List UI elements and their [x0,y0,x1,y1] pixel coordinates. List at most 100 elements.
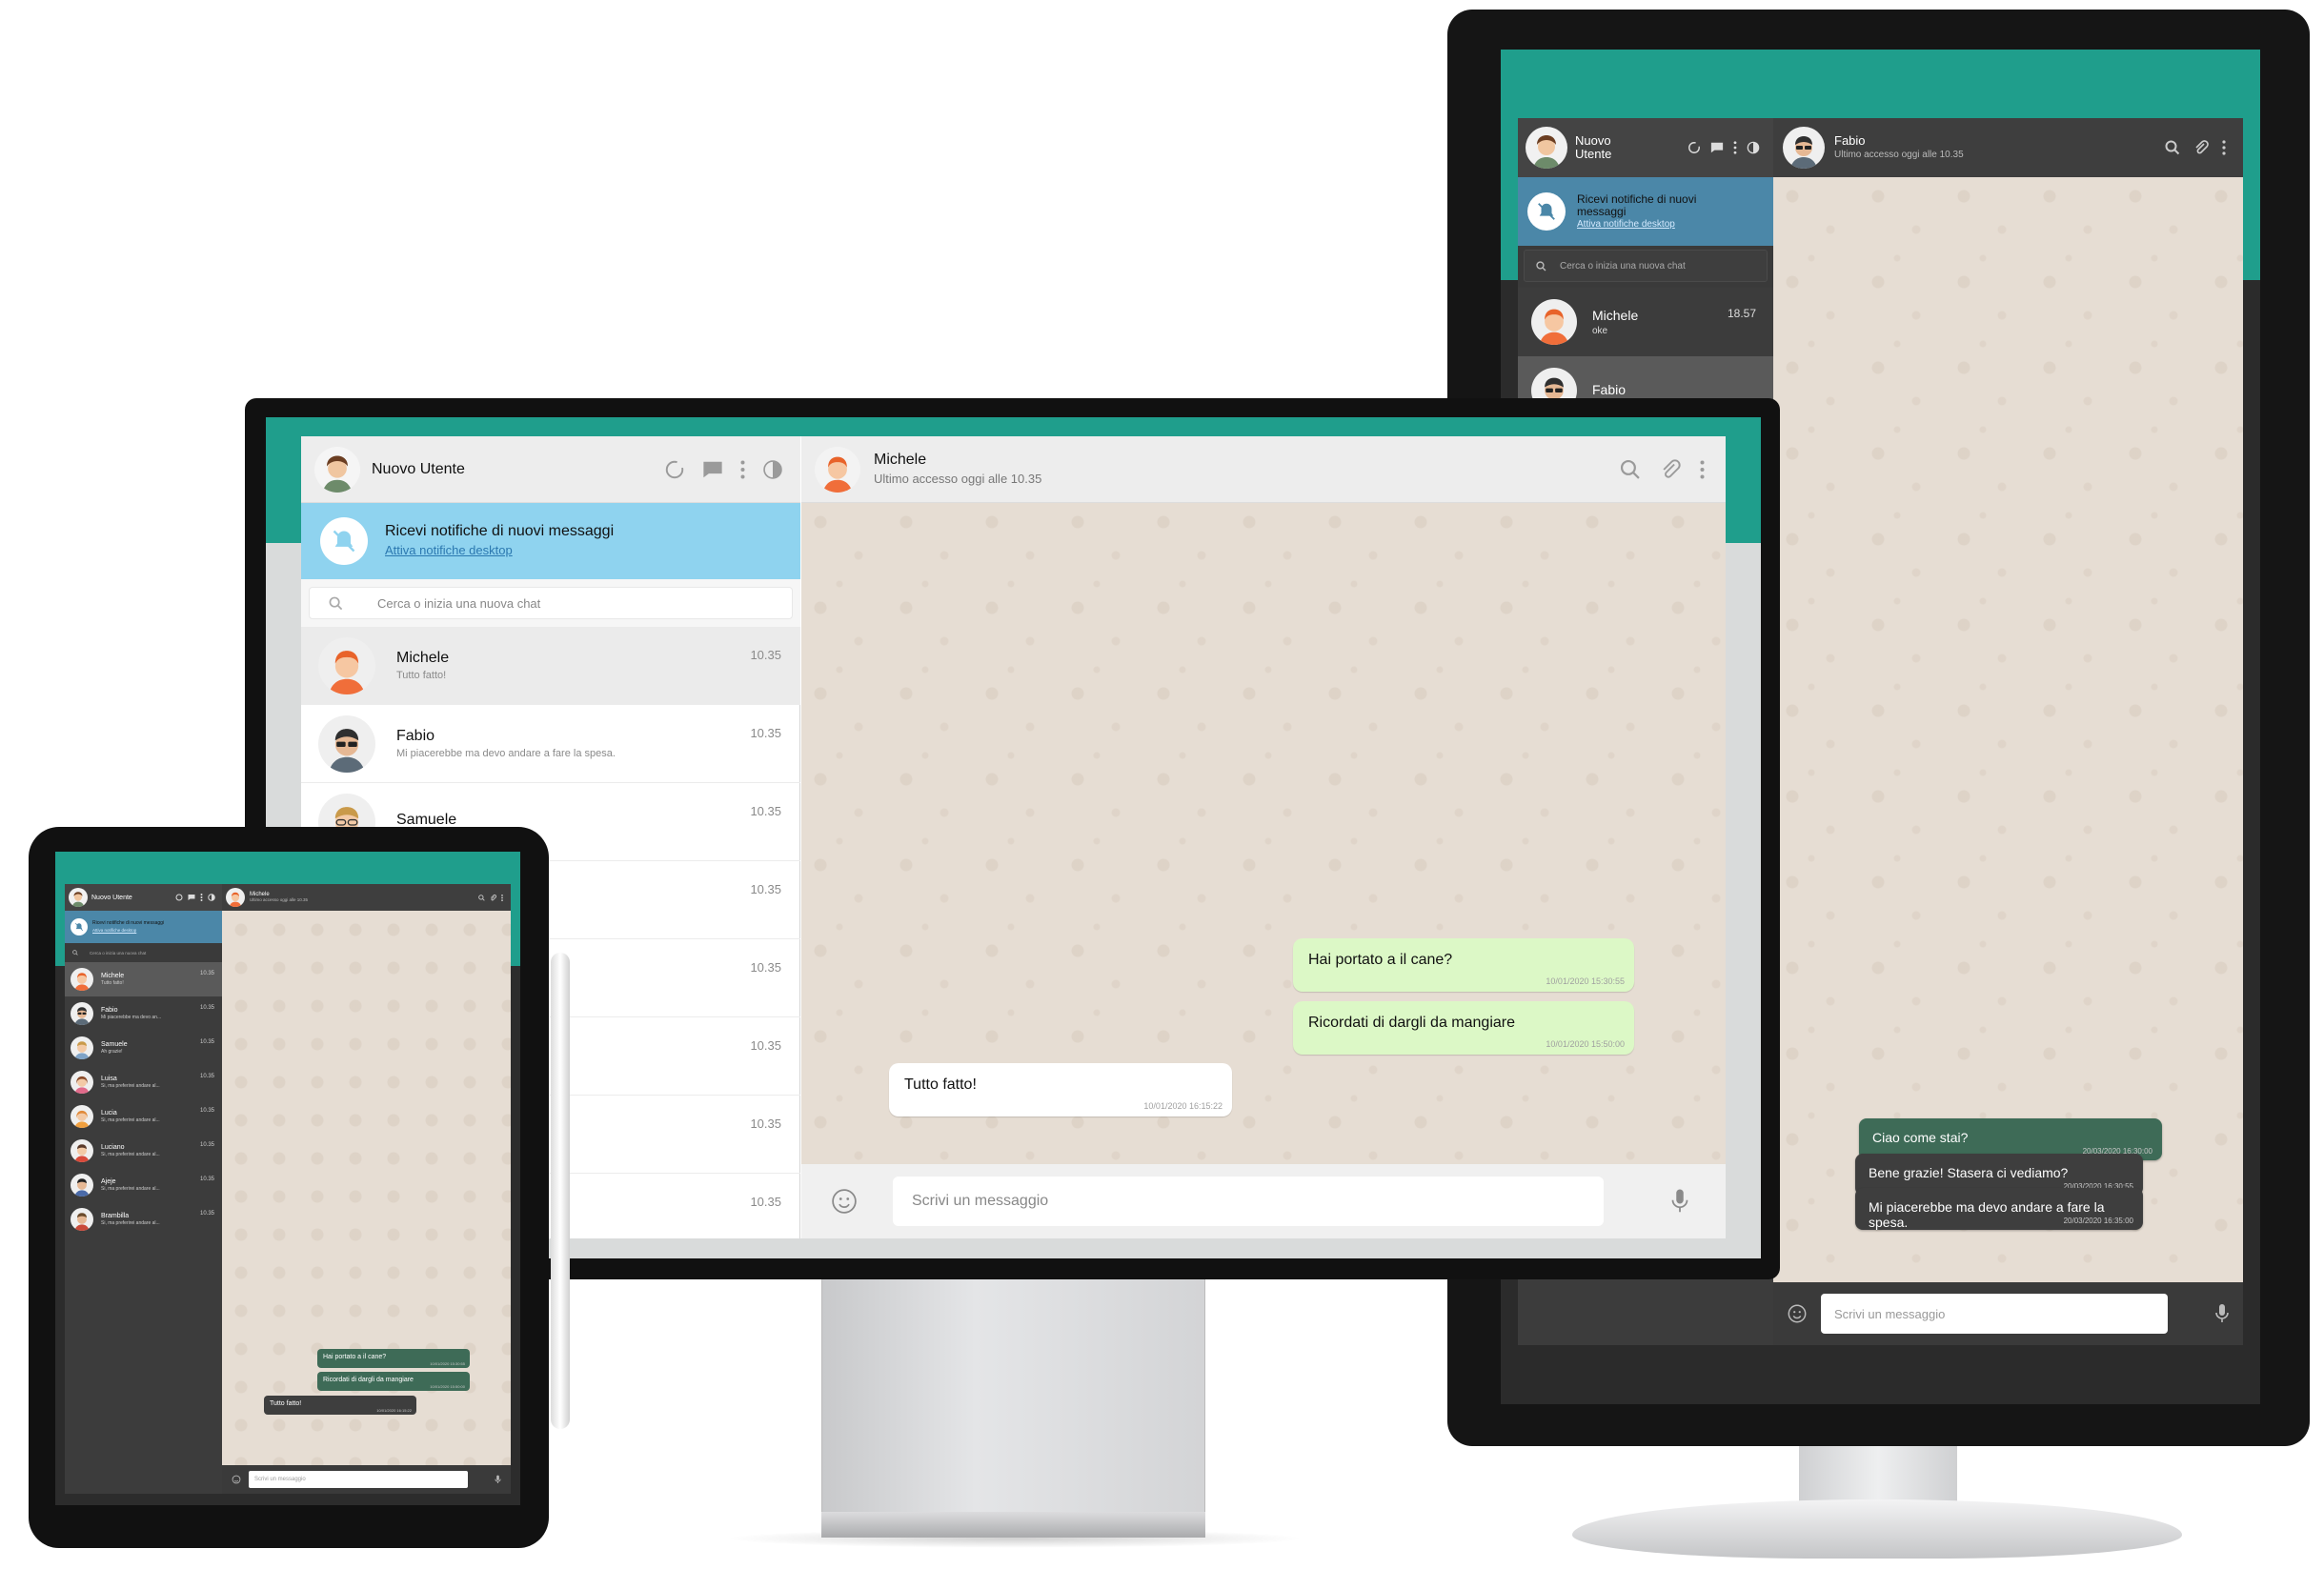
last-message-time: 10.35 [750,882,781,896]
microphone-icon[interactable] [495,1475,501,1484]
message-input[interactable]: Scrivi un messaggio [249,1471,468,1488]
main-monitor-stand [821,1278,1205,1512]
chat-list-item[interactable]: Luciano Si, ma preferirei andare al... 10… [65,1134,222,1168]
emoji-icon[interactable] [830,1187,859,1216]
menu-dots-icon[interactable] [501,894,503,901]
chat-list-item[interactable]: Brambilla Si, ma preferirei andare al... … [65,1202,222,1237]
contact-avatar [71,1105,93,1128]
message-bubble-received: Tutto fatto! 10/01/2020 16:15:22 [264,1396,416,1415]
notification-banner[interactable]: Ricevi notifiche di nuovi messaggi Attiv… [65,911,222,943]
status-ring-icon[interactable] [175,894,183,901]
menu-dots-icon[interactable] [1733,141,1737,154]
message-timestamp: 10/01/2020 15:30:55 [1546,976,1625,986]
chat-list-item[interactable]: Michele oke 18.57 [1518,288,1773,356]
message-bubble-received: Tutto fatto! 10/01/2020 16:15:22 [889,1063,1232,1116]
theme-toggle-icon[interactable] [208,894,215,901]
menu-dots-icon[interactable] [740,460,745,479]
user-name-line-1: Nuovo [1575,133,1611,148]
user-avatar[interactable] [1526,127,1567,169]
contact-avatar [71,1036,93,1059]
notification-banner[interactable]: Ricevi notifiche di nuovi messaggi Attiv… [301,503,800,579]
chat-list-item-active[interactable]: Michele Tutto fatto! 10.35 [301,627,800,705]
emoji-icon[interactable] [232,1475,241,1484]
search-input[interactable]: Cerca o inizia una nuova chat [90,951,146,955]
message-composer: Scrivi un messaggio [222,1465,511,1494]
contact-avatar [318,714,375,773]
contact-avatar [71,1208,93,1231]
status-ring-icon[interactable] [1687,141,1701,154]
chat-list-item[interactable]: Samuele Ah grazie! 10.35 [65,1031,222,1065]
message-input[interactable]: Scrivi un messaggio [893,1177,1604,1226]
chat-list-item[interactable]: Fabio Mi piacerebbe ma devo andare a far… [301,705,800,783]
last-seen-status: Ultimo accesso oggi alle 10.35 [1834,150,1964,160]
chat-contact-avatar[interactable] [1783,127,1825,169]
chat-bubble-icon[interactable] [1710,141,1724,154]
message-timestamp: 10/01/2020 15:30:55 [430,1361,465,1366]
enable-desktop-notifications-link[interactable]: Attiva notifiche desktop [385,541,614,560]
message-text: Mi piacerebbe ma devo andare a fare la s… [1869,1199,2105,1230]
user-avatar[interactable] [69,888,88,907]
paperclip-icon[interactable] [2193,140,2209,155]
menu-dots-icon[interactable] [1700,460,1705,479]
chat-contact-avatar[interactable] [226,888,245,907]
enable-desktop-notifications-link[interactable]: Attiva notifiche desktop [92,927,164,934]
message-text: Ricordati di dargli da mangiare [323,1377,414,1383]
last-message-time: 10.35 [750,648,781,662]
chat-contact-name: Fabio [1834,133,1866,148]
contact-avatar [71,1002,93,1025]
user-avatar[interactable] [314,446,360,493]
paperclip-icon[interactable] [490,894,496,901]
menu-dots-icon[interactable] [200,894,203,901]
search-icon [329,596,343,611]
bell-off-icon [1527,192,1566,231]
search-icon [1536,260,1546,272]
theme-toggle-icon[interactable] [762,459,783,480]
chat-list-item[interactable]: Lucia Si, ma preferirei andare al... 10.3… [65,1099,222,1134]
notify-title: Ricevi notifiche di nuovi messaggi [92,920,165,926]
emoji-icon[interactable] [1787,1303,1808,1324]
sidebar-header: Nuovo Utente [65,884,222,911]
search-input[interactable]: Cerca o inizia una nuova chat [309,587,793,619]
search-bar: Cerca o inizia una nuova chat [65,943,222,962]
message-timestamp: 10/01/2020 16:15:22 [376,1408,412,1413]
chat-list-item[interactable]: Fabio Mi piacerebbe ma devo an... 10.35 [65,996,222,1031]
search-icon [72,950,78,955]
message-bubble-received: Mi piacerebbe ma devo andare a fare la s… [1855,1188,2143,1230]
message-timestamp: 20/03/2020 16:35:00 [2063,1217,2133,1225]
search-icon[interactable] [478,894,485,901]
bell-off-icon [320,517,368,565]
contact-name: Ajeje [101,1178,116,1185]
menu-dots-icon[interactable] [2222,140,2226,155]
last-message-time: 10.35 [199,1074,214,1079]
last-message-time: 18.57 [1727,307,1756,320]
microphone-icon[interactable] [1670,1187,1689,1216]
chat-bubble-icon[interactable] [702,459,723,480]
sidebar-header: Nuovo Utente [1518,118,1773,177]
last-message-time: 10.35 [750,960,781,975]
chat-contact-avatar[interactable] [815,446,860,493]
enable-desktop-notifications-link[interactable]: Attiva notifiche desktop [1577,218,1696,231]
sidebar-header: Nuovo Utente [301,436,800,503]
chat-list-item[interactable]: Luisa Si, ma preferirei andare al... 10.3… [65,1065,222,1099]
paperclip-icon[interactable] [1660,458,1681,480]
conversation-panel: Michele Ultimo accesso oggi alle 10.35 H… [222,884,511,1494]
search-placeholder: Cerca o inizia una nuova chat [377,595,541,611]
status-ring-icon[interactable] [664,459,685,480]
last-message-preview: Tutto fatto! [396,670,447,681]
chat-list-item-active[interactable]: Michele Tutto fatto! 10.35 [65,962,222,996]
chat-bubble-icon[interactable] [188,894,195,901]
theme-toggle-icon[interactable] [1747,141,1760,154]
message-timestamp: 10/01/2020 15:50:00 [430,1384,465,1389]
search-placeholder: Cerca o inizia una nuova chat [1560,260,1686,272]
conversation-header: Fabio Ultimo accesso oggi alle 10.35 [1773,118,2243,177]
microphone-icon[interactable] [2214,1303,2230,1324]
notification-banner[interactable]: Ricevi notifiche di nuovi messaggi Attiv… [1518,177,1773,246]
tablet-screen: Nuovo Utente Ricevi notifiche di nuovi m… [55,852,520,1505]
chat-list-item[interactable]: Ajeje Si, ma preferirei andare al... 10.3… [65,1168,222,1202]
last-message-time: 10.35 [750,1038,781,1053]
search-icon[interactable] [2165,140,2180,155]
message-input[interactable]: Scrivi un messaggio [1821,1294,2168,1334]
search-input[interactable]: Cerca o inizia una nuova chat [1524,250,1768,282]
search-icon[interactable] [1620,459,1641,480]
message-area: Hai portato a il cane? 10/01/2020 15:30:… [801,503,1726,1164]
